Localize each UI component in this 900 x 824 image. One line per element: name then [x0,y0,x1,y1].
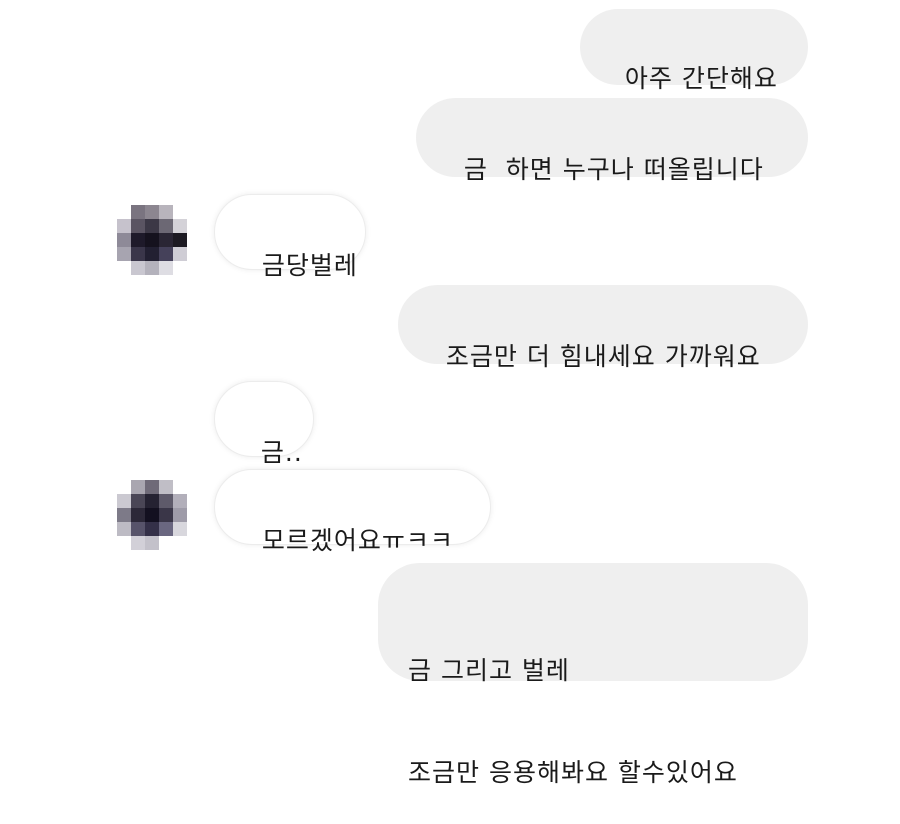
message-text-line: 조금만 응용해봐요 할수있어요 [408,758,738,787]
avatar-icon[interactable] [117,205,187,275]
message-bubble-outgoing[interactable]: 금 하면 누구나 떠올립니다 [416,98,808,184]
avatar-icon[interactable] [117,480,187,550]
message-text: 모르겠어요ㅠㅋㅋ [261,526,454,555]
message-bubble-incoming[interactable]: 금당벌레 [214,194,366,280]
message-bubble-incoming[interactable]: 모르겠어요ㅠㅋㅋ [214,469,491,555]
message-text: 조금만 더 힘내세요 가까워요 [445,342,761,371]
message-bubble-outgoing[interactable]: 아주 간단해요 [580,9,808,93]
chat-screen: { "messages": [ { "sender": "me", "text"… [0,0,900,787]
message-bubble-outgoing[interactable]: 금 그리고 벌레 조금만 응용해봐요 할수있어요 [378,563,808,787]
message-bubble-incoming[interactable]: 금.. [214,381,314,467]
message-text: 금당벌레 [261,251,358,280]
message-text-line: 금 그리고 벌레 [408,656,570,685]
message-bubble-outgoing[interactable]: 조금만 더 힘내세요 가까워요 [398,285,808,371]
message-text: 금.. [260,438,303,467]
message-text: 금 하면 누구나 떠올립니다 [463,155,764,184]
message-text: 아주 간단해요 [624,64,778,93]
